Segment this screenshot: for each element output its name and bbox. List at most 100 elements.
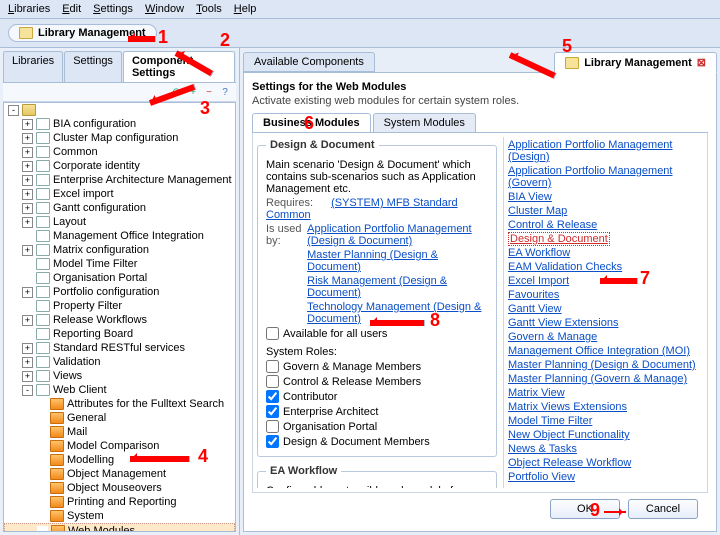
module-link[interactable]: Matrix View	[508, 387, 565, 399]
expander-icon[interactable]: -	[8, 105, 19, 116]
expander-icon[interactable]: +	[22, 315, 33, 326]
role-checkbox[interactable]	[266, 360, 279, 373]
module-link[interactable]: Favourites	[508, 289, 559, 301]
module-link[interactable]: Portfolio View	[508, 471, 575, 483]
menu-window[interactable]: Window	[145, 3, 184, 15]
tree-item[interactable]: +Cluster Map configuration	[4, 131, 235, 145]
tree-item[interactable]: Printing and Reporting	[4, 495, 235, 509]
expander-icon[interactable]: -	[22, 385, 33, 396]
toolbar-remove-icon[interactable]: −	[202, 85, 216, 99]
module-link[interactable]: Matrix Views Extensions	[508, 401, 627, 413]
module-link[interactable]: EAM Validation Checks	[508, 261, 622, 273]
menu-settings[interactable]: Settings	[93, 3, 133, 15]
role-checkbox[interactable]	[266, 390, 279, 403]
tree-item[interactable]: +Enterprise Architecture Management	[4, 173, 235, 187]
expander-icon[interactable]: +	[22, 357, 33, 368]
expander-icon[interactable]: +	[22, 245, 33, 256]
tree-item[interactable]: +Gantt configuration	[4, 201, 235, 215]
tree-item[interactable]: +Matrix configuration	[4, 243, 235, 257]
module-link[interactable]: Design & Document	[508, 232, 610, 246]
tree-item[interactable]: Organisation Portal	[4, 271, 235, 285]
module-link[interactable]: Excel Import	[508, 275, 569, 287]
expander-icon[interactable]: +	[22, 133, 33, 144]
module-tab-business[interactable]: Business Modules	[252, 113, 371, 132]
role-checkbox[interactable]	[266, 405, 279, 418]
module-link[interactable]: Object Release Workflow	[508, 457, 631, 469]
expander-icon[interactable]: +	[22, 147, 33, 158]
expander-icon[interactable]: +	[22, 203, 33, 214]
sheet-icon	[36, 132, 50, 144]
module-link[interactable]: Control & Release	[508, 219, 597, 231]
tree-item[interactable]: Modelling	[4, 453, 235, 467]
usedby-link[interactable]: Master Planning (Design & Document)	[307, 249, 488, 273]
tree-item[interactable]: Object Mouseovers	[4, 481, 235, 495]
tree-item[interactable]: Mail	[4, 425, 235, 439]
module-left-scroll[interactable]: Design & Document Main scenario 'Design …	[257, 137, 497, 488]
tree-item[interactable]: -Web Client	[4, 383, 235, 397]
module-link[interactable]: EA Workflow	[508, 247, 570, 259]
tree-item[interactable]: +Views	[4, 369, 235, 383]
cb-available-all-users[interactable]	[266, 327, 279, 340]
tree-item[interactable]: General	[4, 411, 235, 425]
tree-item[interactable]: Model Comparison	[4, 439, 235, 453]
tab-library-management[interactable]: Library Management ⊠	[554, 52, 717, 73]
module-link[interactable]: Gantt View	[508, 303, 562, 315]
toolbar-help-icon[interactable]: ?	[218, 85, 232, 99]
expander-icon[interactable]: +	[22, 175, 33, 186]
ok-button[interactable]: OK	[550, 499, 620, 519]
menu-edit[interactable]: Edit	[62, 3, 81, 15]
tree-item[interactable]: +Portfolio configuration	[4, 285, 235, 299]
tree-item[interactable]: +Excel import	[4, 187, 235, 201]
left-tab-libraries[interactable]: Libraries	[3, 51, 63, 82]
expander-icon[interactable]: +	[22, 189, 33, 200]
tree-item[interactable]: +Common	[4, 145, 235, 159]
tree-item[interactable]: +Layout	[4, 215, 235, 229]
role-checkbox[interactable]	[266, 435, 279, 448]
settings-tree[interactable]: -+BIA configuration+Cluster Map configur…	[3, 102, 236, 532]
expander-icon[interactable]: +	[22, 119, 33, 130]
module-link[interactable]: Model Time Filter	[508, 415, 592, 427]
module-link[interactable]: Cluster Map	[508, 205, 567, 217]
tree-item[interactable]: Attributes for the Fulltext Search	[4, 397, 235, 411]
module-link[interactable]: BIA View	[508, 191, 552, 203]
tree-item[interactable]: +Corporate identity	[4, 159, 235, 173]
tree-item[interactable]: Object Management	[4, 467, 235, 481]
tree-item[interactable]: +Release Workflows	[4, 313, 235, 327]
expander-icon[interactable]: +	[22, 217, 33, 228]
menu-libraries[interactable]: Libraries	[8, 3, 50, 15]
left-tab-settings[interactable]: Settings	[64, 51, 122, 82]
tree-item[interactable]: +Validation	[4, 355, 235, 369]
module-link[interactable]: Master Planning (Govern & Manage)	[508, 373, 687, 385]
tree-item[interactable]: +Standard RESTful services	[4, 341, 235, 355]
module-right-list[interactable]: Application Portfolio Management (Design…	[503, 137, 703, 488]
module-link[interactable]: New Object Functionality	[508, 429, 630, 441]
role-checkbox[interactable]	[266, 375, 279, 388]
menu-help[interactable]: Help	[234, 3, 257, 15]
module-link[interactable]: News & Tasks	[508, 443, 577, 455]
tree-item[interactable]: Web Modules	[4, 523, 235, 532]
tab-available-components[interactable]: Available Components	[243, 52, 375, 72]
role-checkbox[interactable]	[266, 420, 279, 433]
module-link[interactable]: Application Portfolio Management (Govern…	[508, 165, 672, 189]
module-link[interactable]: Management Office Integration (MOI)	[508, 345, 690, 357]
tree-item[interactable]: Reporting Board	[4, 327, 235, 341]
tree-item[interactable]: System	[4, 509, 235, 523]
module-tab-system[interactable]: System Modules	[373, 113, 476, 132]
module-link[interactable]: Master Planning (Design & Document)	[508, 359, 696, 371]
tree-item[interactable]: Management Office Integration	[4, 229, 235, 243]
cancel-button[interactable]: Cancel	[628, 499, 698, 519]
tree-item[interactable]: Property Filter	[4, 299, 235, 313]
expander-icon[interactable]: +	[22, 287, 33, 298]
module-link[interactable]: Gantt View Extensions	[508, 317, 618, 329]
module-link[interactable]: Application Portfolio Management (Design…	[508, 139, 672, 163]
usedby-link[interactable]: Application Portfolio Management (Design…	[307, 223, 488, 247]
expander-icon[interactable]: +	[22, 161, 33, 172]
usedby-link[interactable]: Risk Management (Design & Document)	[307, 275, 488, 299]
tree-item[interactable]: +BIA configuration	[4, 117, 235, 131]
tree-item[interactable]: Model Time Filter	[4, 257, 235, 271]
module-link[interactable]: Govern & Manage	[508, 331, 597, 343]
expander-icon[interactable]: +	[22, 371, 33, 382]
menu-tools[interactable]: Tools	[196, 3, 222, 15]
close-icon[interactable]: ⊠	[697, 56, 706, 69]
expander-icon[interactable]: +	[22, 343, 33, 354]
